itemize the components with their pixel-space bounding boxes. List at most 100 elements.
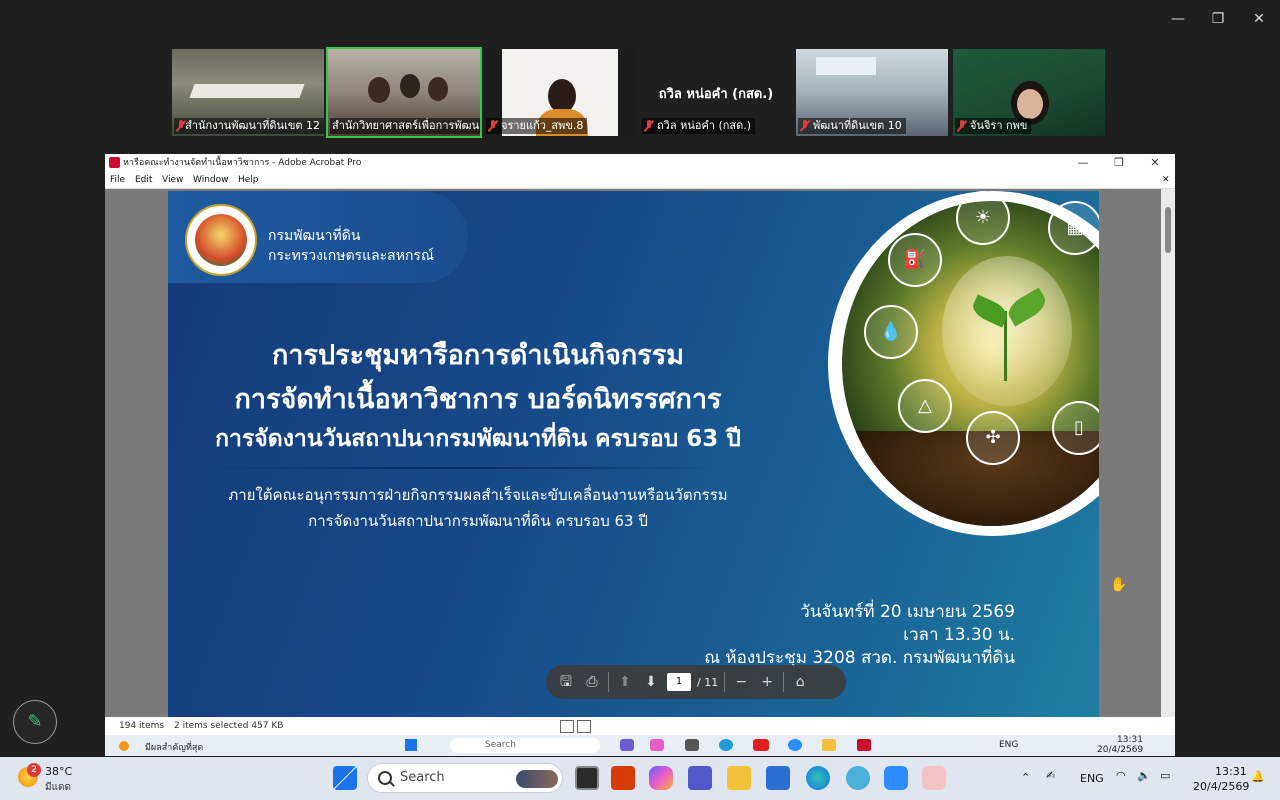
copilot-icon[interactable] — [650, 739, 664, 751]
pdf-icon — [109, 157, 120, 168]
tiles-view-icon[interactable] — [577, 720, 591, 733]
file-explorer-icon[interactable] — [822, 739, 836, 751]
pump-icon: ⛽ — [888, 233, 942, 287]
remote-start-icon[interactable] — [405, 739, 417, 751]
mic-off-icon — [644, 120, 654, 132]
remote-date: 20/4/2569 — [1097, 745, 1144, 755]
search-label: Search — [400, 770, 445, 785]
weather-desc: มีแดด — [45, 782, 72, 793]
volume-icon[interactable]: 🔈 — [1137, 769, 1151, 782]
taskbar-lang[interactable]: ENG — [1080, 772, 1104, 785]
subtitle-2: การจัดงานวันสถาปนากรมพัฒนาที่ดิน ครบรอบ … — [308, 512, 648, 530]
wind-turbine-icon: ✣ — [966, 411, 1020, 465]
acrobat-menubar: File Edit View Window Help ✕ — [105, 172, 1175, 189]
acrobat-title: หารือคณะทำงานจัดทำเนื้อหาวิชาการ - Adobe… — [123, 158, 362, 168]
participant-name: สำนักงานพัฒนาที่ดินเขต 12 — [185, 119, 320, 132]
vertical-scrollbar[interactable] — [1161, 189, 1175, 717]
acrobat-close-icon[interactable]: ✕ — [1145, 154, 1165, 172]
tray-overflow-icon[interactable]: ⌃ — [1021, 771, 1030, 784]
participant-name: พัฒนาที่ดินเขต 10 — [813, 119, 902, 132]
participant-name: ถวิล หน่อคำ (กสด.) — [657, 119, 752, 132]
fuel-icon: ▯ — [1052, 401, 1099, 455]
active-app-icon[interactable] — [922, 766, 946, 790]
participant-tile[interactable]: พัฒนาที่ดินเขต 10 — [796, 49, 948, 136]
zoom-icon[interactable] — [788, 739, 802, 751]
headline-2: การจัดทำเนื้อหาวิชาการ บอร์ดนิทรรศการ — [234, 384, 722, 415]
task-view-icon[interactable] — [575, 766, 599, 790]
sun-icon: ☀ — [956, 191, 1010, 245]
copilot-icon[interactable] — [649, 766, 673, 790]
participant-name: สำนักวิทยาศาสตร์เพื่อการพัฒนา... — [332, 119, 480, 132]
doc-close-icon[interactable]: ✕ — [1162, 172, 1170, 188]
taskbar-date[interactable]: 20/4/2569 — [1193, 780, 1249, 793]
participant-tile-no-video[interactable]: ถวิล หน่อคำ (กสด.) ถวิล หน่อคำ (กสด.) — [640, 49, 792, 136]
teams-icon[interactable] — [688, 766, 712, 790]
annotate-pencil-button[interactable]: ✎ — [13, 700, 57, 744]
file-explorer-icon[interactable] — [727, 766, 751, 790]
store-icon[interactable] — [766, 766, 790, 790]
menu-edit[interactable]: Edit — [135, 172, 152, 188]
solar-panel-icon: ▦ — [1048, 201, 1099, 255]
weather-badge: 2 — [27, 763, 41, 777]
menu-view[interactable]: View — [162, 172, 183, 188]
calculator-icon[interactable] — [685, 739, 699, 751]
notification-icon[interactable]: 🔔 — [1251, 770, 1265, 783]
prev-page-icon[interactable]: ⬆ — [615, 672, 635, 692]
save-icon[interactable]: 🖫 — [556, 672, 576, 692]
headline-1: การประชุมหารือการดำเนินกิจกรรม — [271, 340, 685, 371]
taskbar-time[interactable]: 13:31 — [1215, 765, 1247, 778]
minimize-button[interactable]: — — [1170, 10, 1186, 28]
youtube-icon[interactable] — [753, 739, 769, 751]
menu-window[interactable]: Window — [193, 172, 229, 188]
widget-icon[interactable] — [846, 766, 870, 790]
wifi-icon[interactable]: ◠ — [1116, 769, 1126, 782]
zoom-app-icon[interactable] — [884, 766, 908, 790]
weather-temp: 38°C — [45, 765, 73, 778]
details-view-icon[interactable] — [560, 720, 574, 733]
ldd-logo — [185, 204, 257, 276]
next-page-icon[interactable]: ⬇ — [641, 672, 661, 692]
print-icon[interactable]: ⎙ — [582, 672, 602, 692]
zoom-out-icon[interactable]: − — [731, 672, 751, 692]
close-button[interactable]: ✕ — [1251, 10, 1267, 28]
item-count: 194 items — [119, 721, 165, 731]
edge-icon[interactable] — [719, 739, 733, 751]
page-number-input[interactable]: 1 — [667, 673, 691, 691]
windows-taskbar: 2 38°C มีแดด Search ⌃ ✍ ENG ◠ 🔈 ▭ 13:31 … — [0, 757, 1280, 800]
participant-name: จรายแก้ว_สพข.8 — [501, 119, 584, 132]
weather-icon — [119, 741, 129, 751]
participant-tile[interactable]: จันจิรา กพข — [953, 49, 1105, 136]
water-drop-icon: 💧 — [864, 305, 918, 359]
recycle-icon: △ — [898, 379, 952, 433]
pen-input-icon[interactable]: ✍ — [1046, 769, 1055, 782]
acrobat-icon[interactable] — [857, 739, 871, 751]
participant-tile-active[interactable]: สำนักวิทยาศาสตร์เพื่อการพัฒนา... — [326, 47, 482, 138]
search-icon — [378, 771, 392, 785]
edge-icon[interactable] — [806, 766, 830, 790]
mic-off-icon — [957, 120, 967, 132]
menu-help[interactable]: Help — [238, 172, 259, 188]
battery-icon[interactable]: ▭ — [1160, 769, 1170, 782]
subtitle-1: ภายใต้คณะอนุกรรมการฝ่ายกิจกรรมผลสำเร็จแล… — [228, 486, 728, 504]
remote-taskbar: มีผลสำคัญที่สุด Search ENG 13:31 20/4/25… — [105, 735, 1175, 756]
mic-off-icon — [800, 120, 810, 132]
taskbar-search[interactable]: Search — [367, 763, 563, 793]
teams-icon[interactable] — [620, 739, 634, 751]
remote-weather-note: มีผลสำคัญที่สุด — [145, 743, 204, 753]
participant-tile[interactable]: สำนักงานพัฒนาที่ดินเขต 12 — [172, 49, 324, 136]
acrobat-restore-icon[interactable]: ❐ — [1109, 154, 1129, 172]
start-icon[interactable] — [333, 766, 357, 790]
acrobat-minimize-icon[interactable]: — — [1073, 154, 1093, 172]
home-icon[interactable]: ⌂ — [790, 672, 810, 692]
explorer-status-bar: 194 items 2 items selected 457 KB — [105, 717, 1175, 735]
office-icon[interactable] — [611, 766, 635, 790]
slide: กรมพัฒนาที่ดิน กระทรวงเกษตรและสหกรณ์ ☀ ▦… — [168, 191, 1099, 717]
remote-lang: ENG — [999, 740, 1019, 750]
remote-search-box[interactable] — [450, 738, 600, 753]
menu-file[interactable]: File — [110, 172, 125, 188]
participant-name: จันจิรา กพข — [970, 119, 1028, 132]
participant-tile[interactable]: จรายแก้ว_สพข.8 — [484, 49, 636, 136]
zoom-in-icon[interactable]: + — [757, 672, 777, 692]
restore-button[interactable]: ❐ — [1210, 10, 1226, 28]
floating-page-toolbar: 🖫 ⎙ ⬆ ⬇ 1 / 11 − + ⌂ — [546, 665, 846, 699]
